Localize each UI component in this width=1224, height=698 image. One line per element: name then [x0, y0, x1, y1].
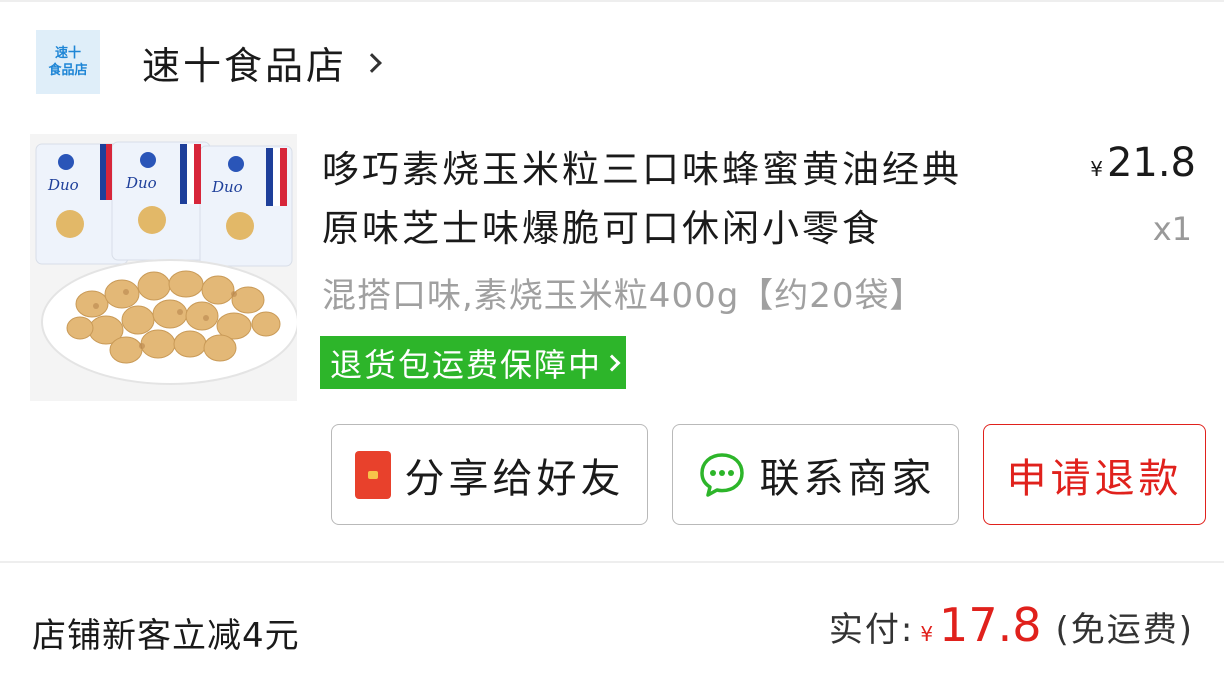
share-to-friend-button[interactable]: 分享给好友 — [331, 424, 648, 525]
return-shipping-guarantee-badge[interactable]: 退货包运费保障中 — [320, 336, 627, 389]
chevron-right-icon — [362, 53, 382, 73]
contact-button-label: 联系商家 — [759, 455, 936, 502]
svg-text:Duo: Duo — [125, 174, 157, 192]
svg-text:Duo: Duo — [47, 176, 79, 194]
store-logo[interactable]: 速十 食品店 — [36, 30, 100, 94]
paid-amount: 17.8 — [939, 598, 1042, 652]
price-value: 21.8 — [1106, 140, 1196, 186]
product-title-line2: 原味芝士味爆脆可口休闲小零食 — [322, 207, 882, 250]
paid-label: 实付: — [828, 610, 915, 650]
contact-merchant-button[interactable]: 联系商家 — [672, 424, 959, 525]
product-spec: 混搭口味,素烧玉米粒400g【约20袋】 — [322, 276, 925, 316]
section-divider — [0, 561, 1224, 563]
refund-button-label: 申请退款 — [1006, 455, 1183, 502]
paid-currency: ¥ — [920, 622, 934, 646]
product-title[interactable]: 哆巧素烧玉米粒三口味蜂蜜黄油经典 原味芝士味爆脆可口休闲小零食 — [322, 140, 1042, 258]
quantity: x1 — [1152, 210, 1192, 248]
amount-paid: 实付: ¥ 17.8 (免运费) — [829, 598, 1194, 652]
chat-bubble-icon — [699, 452, 744, 497]
red-packet-icon — [354, 450, 391, 499]
top-divider — [0, 0, 1224, 2]
guarantee-label: 退货包运费保障中 — [330, 345, 603, 384]
request-refund-button[interactable]: 申请退款 — [983, 424, 1206, 525]
share-button-label: 分享给好友 — [404, 455, 625, 502]
unit-price: ¥21.8 — [1090, 140, 1196, 186]
store-logo-line2: 食品店 — [48, 63, 88, 78]
product-title-line1: 哆巧素烧玉米粒三口味蜂蜜黄油经典 — [322, 148, 962, 191]
shipping-note: (免运费) — [1055, 610, 1194, 650]
store-header[interactable]: 速十 食品店 速十食品店 — [36, 28, 382, 96]
price-currency: ¥ — [1090, 157, 1103, 181]
store-logo-line1: 速十 — [54, 46, 81, 61]
chevron-right-icon — [603, 354, 621, 371]
product-image[interactable]: Duo Duo Duo — [30, 134, 297, 401]
store-name[interactable]: 速十食品店 — [142, 35, 347, 90]
store-new-customer-discount: 店铺新客立减4元 — [32, 616, 300, 656]
svg-text:Duo: Duo — [211, 178, 243, 196]
